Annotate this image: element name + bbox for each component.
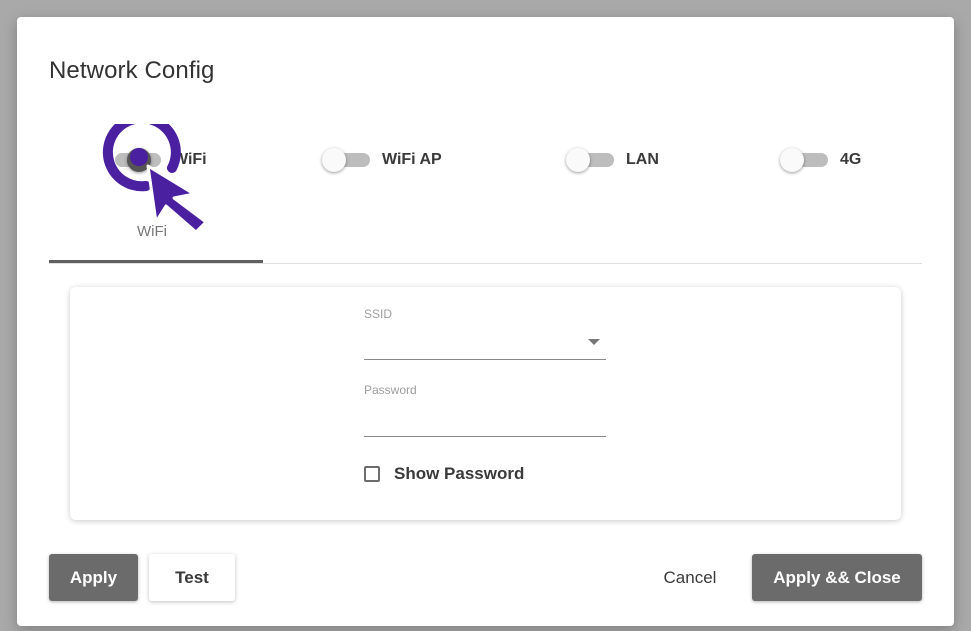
toggle-lan-label: LAN bbox=[626, 151, 659, 168]
show-password-option[interactable]: Show Password bbox=[364, 464, 524, 484]
password-label: Password bbox=[364, 383, 417, 397]
toggle-wifi-label: WiFi bbox=[173, 151, 207, 168]
test-button[interactable]: Test bbox=[149, 554, 235, 601]
wifi-settings-card: SSID Password Show Password bbox=[70, 287, 901, 520]
ssid-select[interactable]: SSID bbox=[364, 307, 606, 361]
cancel-button[interactable]: Cancel bbox=[647, 554, 733, 601]
toggle-knob[interactable] bbox=[780, 148, 804, 172]
toggle-track[interactable] bbox=[115, 148, 161, 172]
toggle-track[interactable] bbox=[780, 148, 828, 172]
dropdown-caret-icon[interactable] bbox=[588, 339, 600, 345]
toggle-4g[interactable]: 4G bbox=[780, 148, 862, 172]
toggle-track[interactable] bbox=[566, 148, 614, 172]
toggle-knob[interactable] bbox=[127, 148, 151, 172]
network-config-dialog: Network Config WiFi WiFi AP LAN 4G WiFi … bbox=[17, 17, 954, 626]
toggle-wifi-ap-label: WiFi AP bbox=[382, 151, 442, 168]
apply-button[interactable]: Apply bbox=[49, 554, 138, 601]
show-password-label[interactable]: Show Password bbox=[394, 464, 524, 484]
password-field[interactable]: Password bbox=[364, 383, 606, 437]
toggle-wifi-ap[interactable]: WiFi AP bbox=[322, 148, 442, 172]
password-value[interactable] bbox=[364, 397, 606, 417]
toggle-knob[interactable] bbox=[566, 148, 590, 172]
tab-wifi[interactable]: WiFi bbox=[137, 223, 167, 240]
dialog-title: Network Config bbox=[49, 57, 215, 84]
ssid-value[interactable] bbox=[364, 321, 606, 341]
toggle-wifi[interactable]: WiFi bbox=[115, 148, 207, 172]
ssid-underline bbox=[364, 359, 606, 360]
toggle-knob[interactable] bbox=[322, 148, 346, 172]
toggle-track[interactable] bbox=[322, 148, 370, 172]
toggle-lan[interactable]: LAN bbox=[566, 148, 659, 172]
password-underline bbox=[364, 436, 606, 437]
ssid-label: SSID bbox=[364, 307, 393, 321]
show-password-checkbox[interactable] bbox=[364, 466, 380, 482]
toggle-4g-label: 4G bbox=[840, 151, 862, 168]
tab-divider bbox=[49, 263, 922, 264]
apply-and-close-button[interactable]: Apply && Close bbox=[752, 554, 922, 601]
